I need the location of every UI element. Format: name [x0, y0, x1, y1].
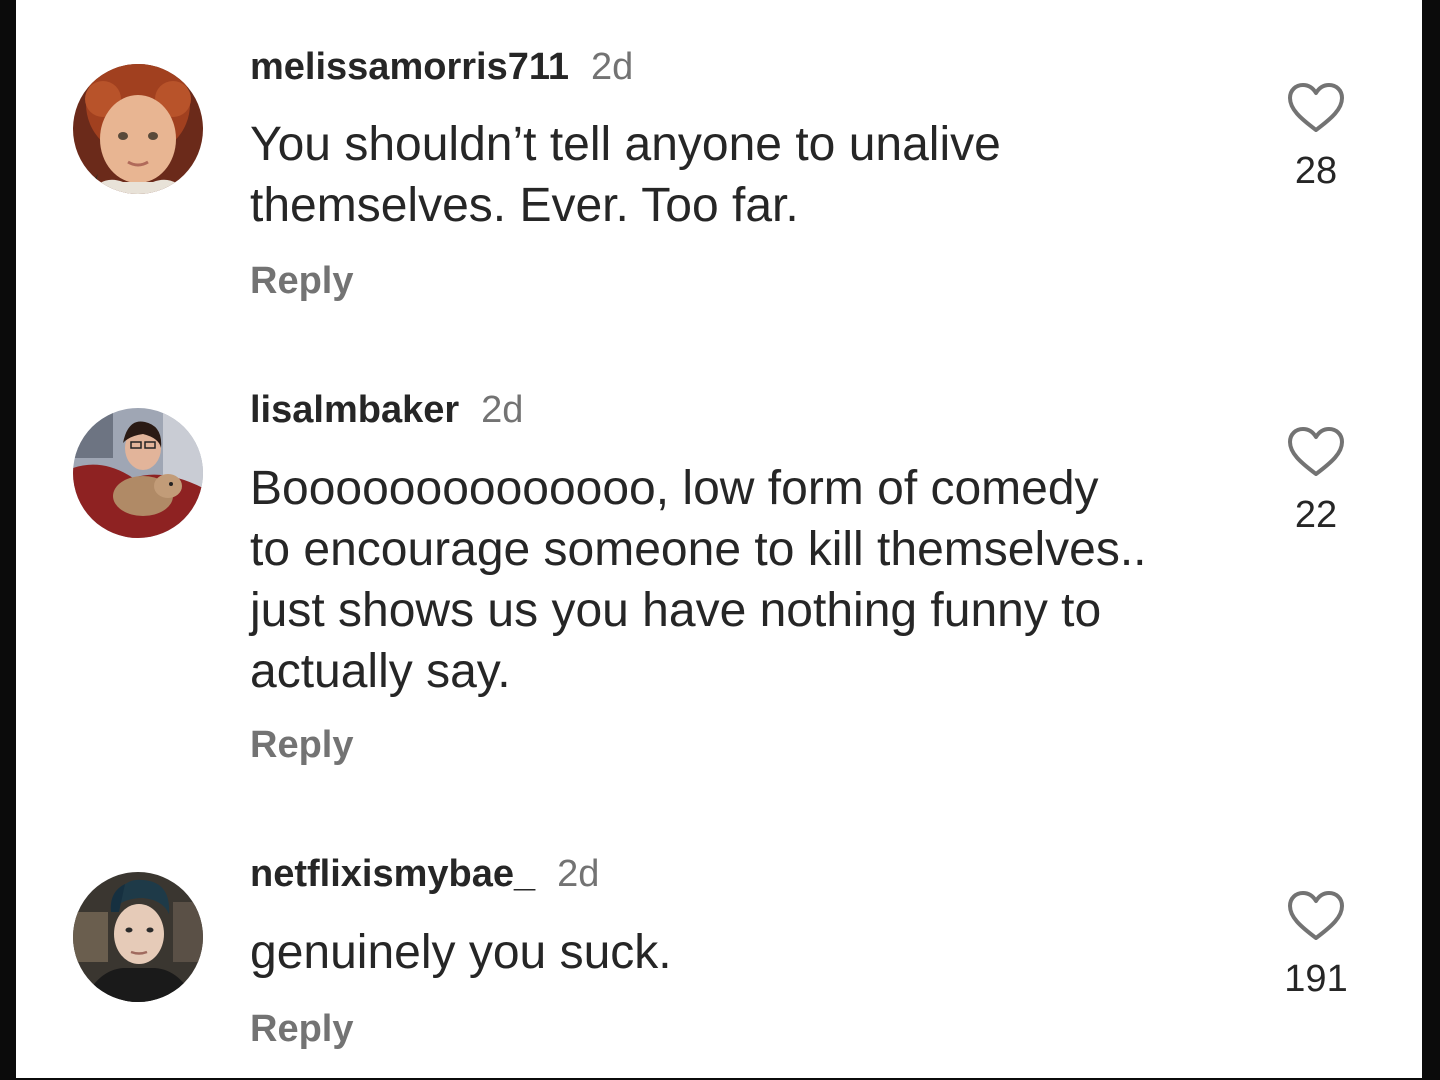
like-control: 28	[1276, 82, 1356, 194]
avatar[interactable]	[73, 64, 203, 194]
avatar[interactable]	[73, 872, 203, 1002]
comment-header: netflixismybae_ 2d	[250, 851, 599, 897]
comments-panel: melissamorris711 2d You shouldn’t tell an…	[16, 0, 1422, 1078]
heart-icon[interactable]	[1286, 82, 1346, 134]
heart-icon[interactable]	[1286, 426, 1346, 478]
comment-header: lisalmbaker 2d	[250, 387, 523, 433]
username-link[interactable]: netflixismybae_	[250, 853, 535, 895]
comment-timestamp: 2d	[481, 389, 524, 431]
like-control: 22	[1276, 426, 1356, 538]
username-link[interactable]: lisalmbaker	[250, 389, 459, 431]
reply-button[interactable]: Reply	[250, 258, 353, 304]
comment-timestamp: 2d	[591, 46, 634, 88]
comment-text: Boooooooooooooo, low form of comedy to e…	[250, 462, 1147, 698]
like-count: 22	[1294, 494, 1338, 536]
heart-icon[interactable]	[1286, 890, 1346, 942]
comment-text: You shouldn’t tell anyone to unalive the…	[250, 118, 1001, 232]
comment-text: genuinely you suck.	[250, 926, 672, 979]
reply-button[interactable]: Reply	[250, 1006, 353, 1052]
reply-button[interactable]: Reply	[250, 722, 353, 768]
like-control: 191	[1276, 890, 1356, 1002]
comment-header: melissamorris711 2d	[250, 44, 633, 90]
like-count: 191	[1284, 958, 1348, 1000]
avatar[interactable]	[73, 408, 203, 538]
comment-timestamp: 2d	[557, 853, 600, 895]
like-count: 28	[1294, 150, 1338, 192]
username-link[interactable]: melissamorris711	[250, 46, 569, 88]
